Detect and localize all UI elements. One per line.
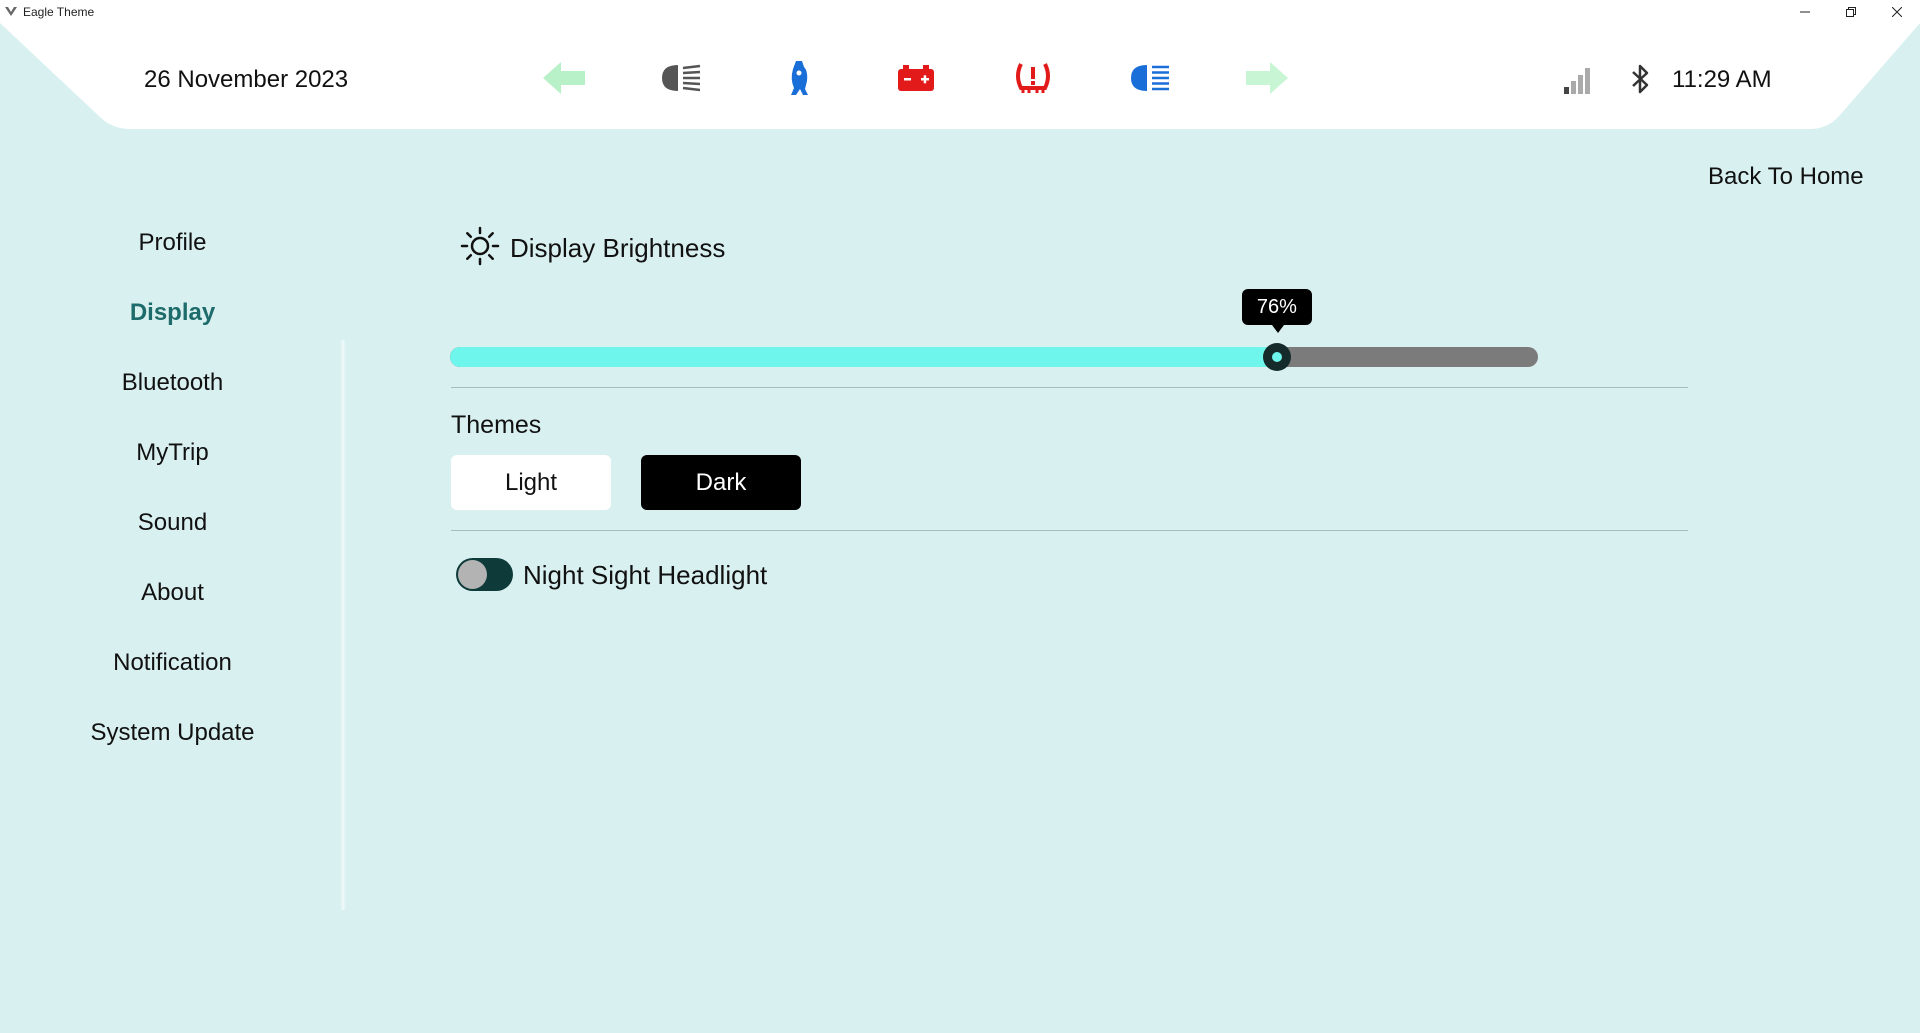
sidebar-item-notification[interactable]: Notification <box>0 649 345 677</box>
brightness-slider-thumb[interactable] <box>1262 343 1291 371</box>
header-time: 11:29 AM <box>1672 66 1772 93</box>
theme-light-button[interactable]: Light <box>451 455 611 510</box>
sidebar-item-display[interactable]: Display <box>0 299 345 327</box>
night-sight-toggle[interactable] <box>456 558 513 591</box>
bluetooth-icon <box>1628 63 1652 100</box>
kickstand-warning-icon <box>775 58 823 98</box>
restore-icon[interactable] <box>1828 0 1874 23</box>
sun-icon <box>460 226 500 271</box>
low-beam-headlight-icon <box>657 58 705 98</box>
header-date: 26 November 2023 <box>144 66 349 93</box>
brightness-label: Display Brightness <box>510 233 726 263</box>
top-status-bar: 26 November 2023 11:29 AM <box>0 23 1920 129</box>
right-turn-signal-icon <box>1243 58 1291 98</box>
app-logo-icon <box>4 6 18 18</box>
brightness-value-tooltip: 76% <box>1241 289 1312 333</box>
close-icon[interactable] <box>1874 0 1920 23</box>
minimize-icon[interactable] <box>1782 0 1828 23</box>
signal-strength-icon <box>1563 65 1593 100</box>
sidebar-divider <box>340 340 346 910</box>
night-sight-label: Night Sight Headlight <box>523 560 768 590</box>
window-titlebar: Eagle Theme <box>0 0 1920 23</box>
high-beam-headlight-icon <box>1126 58 1174 98</box>
left-turn-signal-icon <box>540 58 588 98</box>
sidebar-item-bluetooth[interactable]: Bluetooth <box>0 369 345 397</box>
back-to-home-link[interactable]: Back To Home <box>1708 163 1864 191</box>
battery-warning-icon <box>892 58 940 98</box>
sidebar-item-mytrip[interactable]: MyTrip <box>0 439 345 467</box>
window-title: Eagle Theme <box>23 4 95 19</box>
divider <box>451 530 1688 531</box>
brightness-section-title: Display Brightness <box>460 226 725 271</box>
themes-label: Themes <box>451 411 542 439</box>
brightness-slider-fill <box>450 347 1277 367</box>
brightness-slider-track[interactable] <box>450 347 1538 367</box>
sidebar-item-sound[interactable]: Sound <box>0 509 345 537</box>
sidebar-item-profile[interactable]: Profile <box>0 229 345 257</box>
toggle-knob <box>458 560 487 589</box>
divider <box>451 387 1688 388</box>
tire-pressure-warning-icon <box>1009 58 1057 98</box>
sidebar-item-system-update[interactable]: System Update <box>0 719 345 747</box>
sidebar-item-about[interactable]: About <box>0 579 345 607</box>
theme-dark-button[interactable]: Dark <box>641 455 801 510</box>
